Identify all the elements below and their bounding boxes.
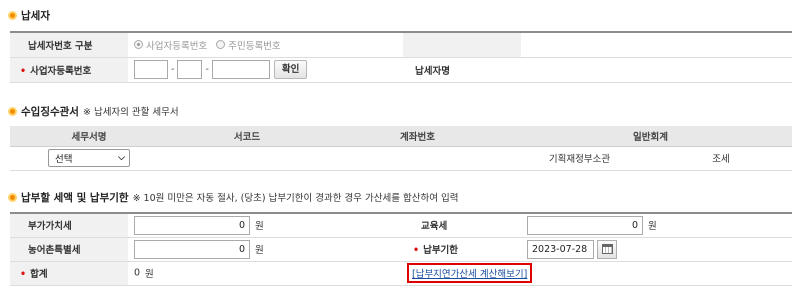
required-mark: • (20, 65, 27, 77)
amount-section-title: 납부할 세액 및 납부기한 ※ 10원 미만은 자동 절사, (당초) 납부기한… (8, 189, 458, 205)
accounting-manager-value: 기획재정부소관 (509, 146, 650, 171)
id-type-radio-group: 사업자등록번호 주민등록번호 (128, 32, 403, 58)
office-code-value (168, 146, 326, 171)
unit-label: 원 (145, 269, 154, 280)
col-header-office-code: 서코드 (168, 126, 326, 147)
section-bullet-icon (8, 10, 17, 20)
office-table: 세무서명 서코드 계좌번호 일반회계 선택 ⌵ 기획재정부소관 조세 (10, 126, 792, 171)
unit-label: 원 (255, 245, 264, 256)
due-date-cell: 2023-07-28 (521, 237, 792, 262)
office-section-title: 수입징수관서 ※ 납세자의 관할 세무서 (8, 103, 179, 119)
radio-business-no[interactable]: 사업자등록번호 (134, 38, 207, 52)
edu-tax-cell: 0원 (521, 213, 792, 238)
total-cell: 0원 (128, 261, 403, 286)
total-value: 0 (134, 267, 141, 279)
unit-label: 원 (648, 221, 657, 233)
empty-label-cell (403, 32, 521, 58)
taxpayer-section-title: 납세자 (8, 7, 50, 23)
office-select[interactable]: 선택 ⌵ (48, 149, 130, 167)
unit-label: 원 (255, 221, 264, 233)
vat-input[interactable]: 0 (134, 215, 250, 235)
empty-value-cell (521, 32, 792, 58)
accounting-type-value: 조세 (650, 146, 792, 171)
office-select-value: 선택 (55, 154, 73, 165)
taxpayer-title: 납세자 (21, 9, 50, 22)
biz-no-part1-input[interactable] (134, 60, 168, 79)
radio-checked-icon (134, 40, 143, 49)
taxpayer-name-label: 납세자명 (403, 57, 521, 83)
confirm-button[interactable]: 확인 (273, 60, 308, 79)
section-bullet-icon (8, 106, 17, 116)
vat-cell: 0원 (128, 213, 403, 238)
biz-no-part3-input[interactable] (211, 60, 270, 79)
taxpayer-name-value (521, 57, 792, 83)
chevron-down-icon: ⌵ (118, 153, 125, 163)
col-header-account: 계좌번호 (326, 126, 509, 147)
edu-tax-label: 교육세 (403, 213, 521, 238)
col-header-general-accounting: 일반회계 (509, 126, 792, 147)
edu-tax-input[interactable]: 0 (527, 215, 643, 235)
rural-tax-cell: 0원 (128, 237, 403, 262)
penalty-link-highlight: [납부지연가산세 계산해보기] (407, 263, 533, 283)
office-title: 수입징수관서 (21, 105, 79, 118)
required-mark: • (413, 245, 420, 256)
amount-title: 납부할 세액 및 납부기한 (21, 191, 129, 204)
penalty-calc-link[interactable]: [납부지연가산세 계산해보기] (412, 269, 527, 280)
due-date-label: • 납부기한 (403, 237, 521, 262)
rural-tax-label: 농어촌특별세 (10, 237, 128, 262)
account-value (326, 146, 509, 171)
required-mark: • (20, 269, 27, 280)
taxpayer-table: 납세자번호 구분 사업자등록번호 주민등록번호 • 사업자등록번호 - - 확인 납세… (10, 31, 792, 83)
calendar-icon (601, 244, 613, 254)
penalty-link-cell: [납부지연가산세 계산해보기] (403, 261, 792, 286)
due-date-input[interactable]: 2023-07-28 (527, 239, 594, 259)
vat-label: 부가가치세 (10, 213, 128, 238)
rural-tax-input[interactable]: 0 (134, 239, 250, 259)
section-bullet-icon (8, 192, 17, 202)
radio-unchecked-icon (216, 40, 226, 49)
amount-note: ※ 10원 미만은 자동 절사, (당초) 납부기한이 경과한 경우 가산세를 … (132, 193, 459, 204)
calendar-button[interactable] (597, 239, 617, 259)
id-type-label: 납세자번호 구분 (10, 32, 128, 58)
radio-resident-no[interactable]: 주민등록번호 (216, 38, 281, 52)
biz-no-inputs: - - 확인 (128, 57, 403, 83)
office-select-cell: 선택 ⌵ (10, 146, 168, 171)
amount-table: 부가가치세 0원 교육세 0원 농어촌특별세 0원 • 납부기한 2023-07-… (10, 212, 792, 286)
total-label: • 합계 (10, 261, 128, 286)
office-note: ※ 납세자의 관할 세무서 (82, 107, 179, 118)
col-header-office-name: 세무서명 (10, 126, 168, 147)
biz-no-part2-input[interactable] (177, 60, 203, 79)
biz-no-label: • 사업자등록번호 (10, 57, 128, 83)
